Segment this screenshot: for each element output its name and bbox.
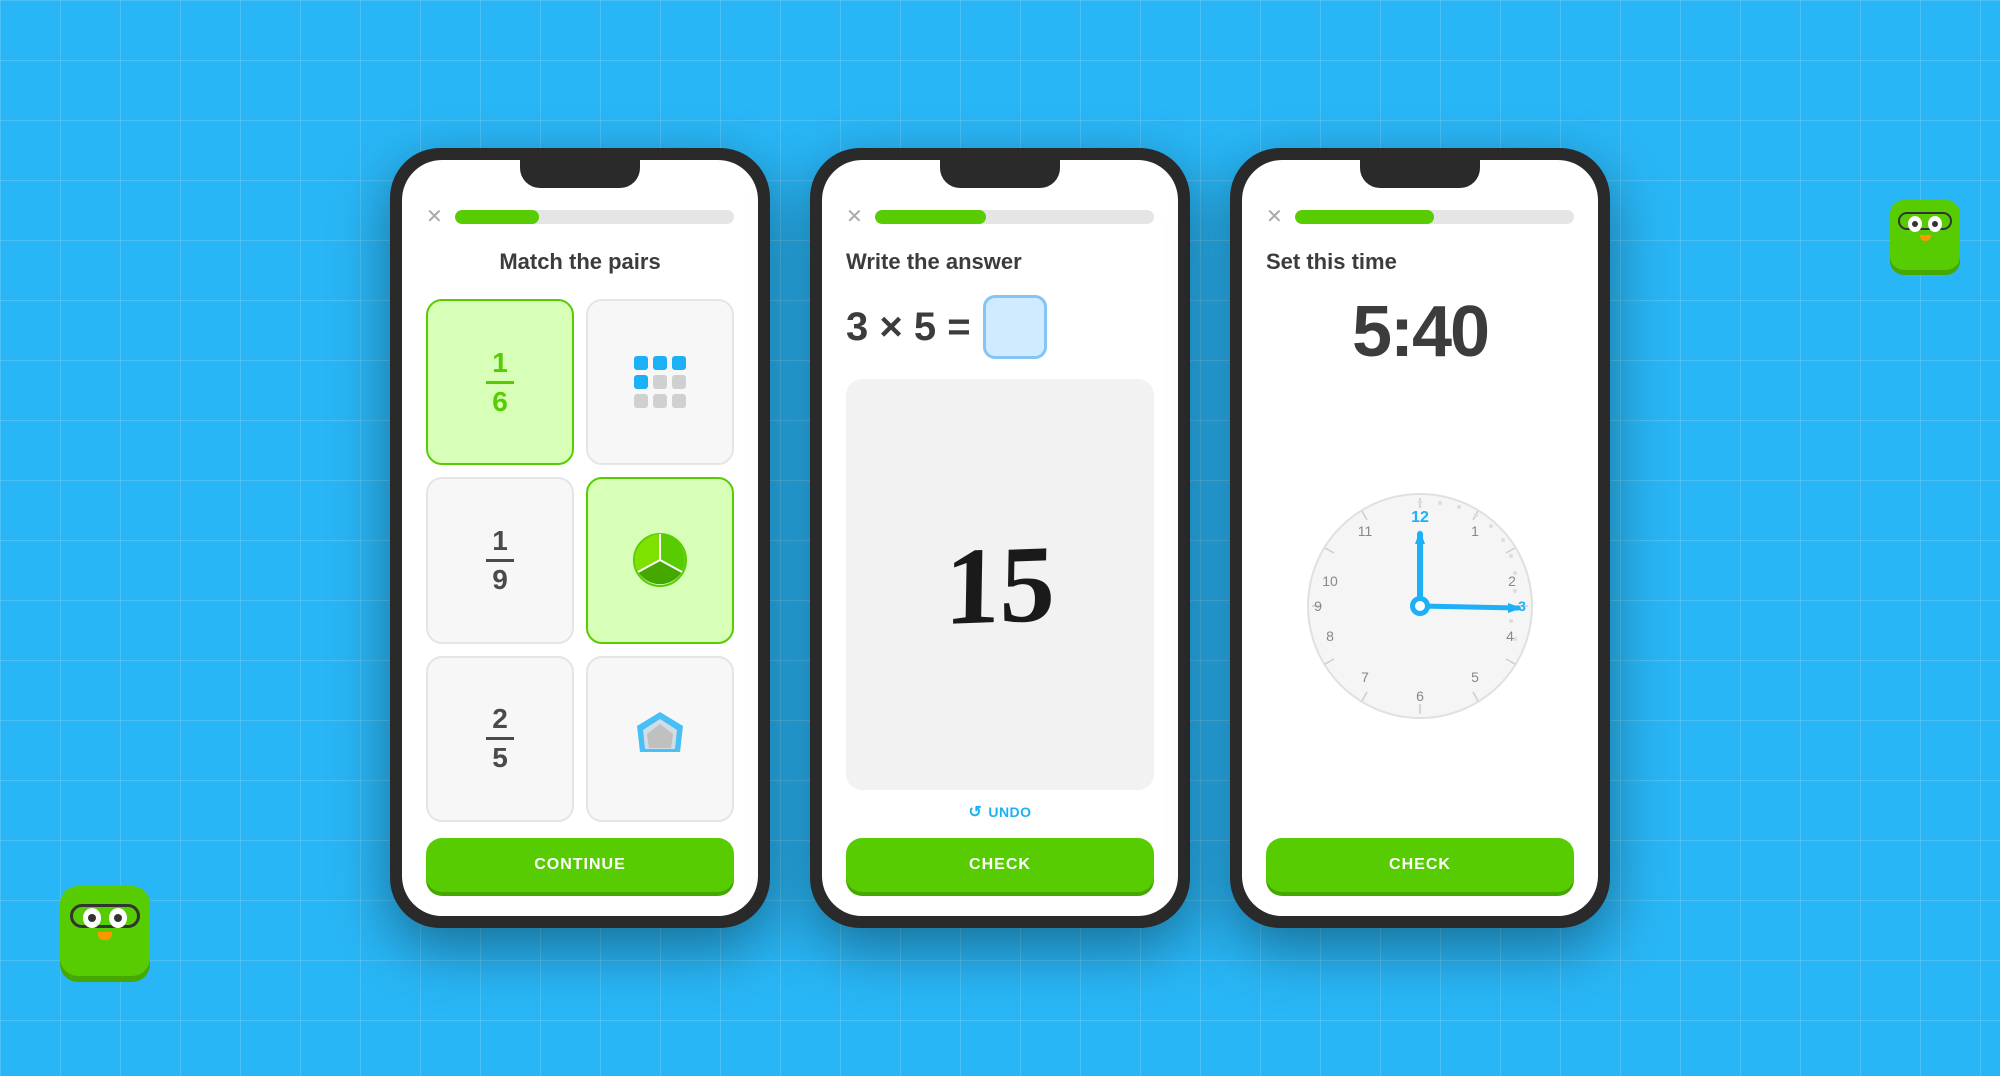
dot-grid-icon [626, 348, 694, 416]
phone-1-topbar: ✕ [426, 204, 734, 229]
pair-card-3[interactable]: 1 9 [426, 477, 574, 643]
progress-bar-3-fill [1295, 210, 1435, 224]
equation-text: 3 × 5 = [846, 305, 971, 350]
svg-text:12: 12 [1411, 509, 1429, 526]
check-button-3[interactable]: CHECK [1266, 838, 1574, 892]
close-icon-2[interactable]: ✕ [846, 204, 863, 229]
undo-button[interactable]: ↺ UNDO [846, 802, 1154, 822]
time-display: 5:40 [1266, 291, 1574, 373]
dot-8 [653, 394, 667, 408]
svg-text:1: 1 [1471, 523, 1479, 539]
phone-3-topbar: ✕ [1266, 204, 1574, 229]
phone-3-notch [1360, 160, 1480, 188]
dot-3 [672, 356, 686, 370]
phones-container: ✕ Match the pairs 1 6 [390, 148, 1610, 928]
progress-bar-3-bg [1295, 210, 1574, 224]
phone-1: ✕ Match the pairs 1 6 [390, 148, 770, 928]
phone-2-title: Write the answer [846, 249, 1154, 275]
fraction-2-5: 2 5 [486, 705, 514, 772]
phone-3-screen: ✕ Set this time 5:40 [1242, 160, 1598, 916]
phone-2-topbar: ✕ [846, 204, 1154, 229]
cube-body-right [1890, 200, 1960, 270]
phone-3-content: ✕ Set this time 5:40 [1242, 188, 1598, 916]
pair-card-2[interactable] [586, 299, 734, 465]
phone-3-title: Set this time [1266, 249, 1574, 275]
equation-row: 3 × 5 = [846, 295, 1154, 359]
dot-2 [653, 356, 667, 370]
svg-text:2: 2 [1508, 573, 1516, 589]
pupil-2 [114, 914, 122, 922]
fraction-1-9: 1 9 [486, 527, 514, 594]
mascot-left [60, 886, 150, 976]
phone-2-content: ✕ Write the answer 3 × 5 = 15 [822, 188, 1178, 916]
drawn-number: 15 [944, 528, 1056, 642]
check-button-2[interactable]: CHECK [846, 838, 1154, 892]
eye-left-1 [83, 908, 101, 928]
svg-text:9: 9 [1314, 598, 1322, 614]
pupil-r2 [1932, 221, 1938, 227]
glasses-right [1898, 212, 1952, 230]
dot-7 [634, 394, 648, 408]
pair-card-6[interactable] [586, 656, 734, 822]
phone-1-notch [520, 160, 640, 188]
phone-2-screen: ✕ Write the answer 3 × 5 = 15 [822, 160, 1178, 916]
clock-face: 12 1 2 3 4 5 6 7 8 9 10 11 [1300, 486, 1540, 726]
progress-bar-2-bg [875, 210, 1154, 224]
eye-left-2 [109, 908, 127, 928]
dot-1 [634, 356, 648, 370]
answer-box[interactable] [983, 295, 1047, 359]
phone-1-screen: ✕ Match the pairs 1 6 [402, 160, 758, 916]
fraction-1-6: 1 6 [486, 349, 514, 416]
undo-label: UNDO [988, 804, 1031, 820]
svg-text:11: 11 [1358, 523, 1373, 539]
pair-card-5[interactable]: 2 5 [426, 656, 574, 822]
dot-9 [672, 394, 686, 408]
beak-left [98, 932, 112, 940]
pair-card-1[interactable]: 1 6 [426, 299, 574, 465]
close-icon-1[interactable]: ✕ [426, 204, 443, 229]
continue-button[interactable]: CONTinUe [426, 838, 734, 892]
clock-svg: 12 1 2 3 4 5 6 7 8 9 10 11 [1300, 486, 1540, 726]
undo-icon: ↺ [968, 802, 982, 822]
mascot-right [1890, 200, 1960, 270]
phone-2: ✕ Write the answer 3 × 5 = 15 [810, 148, 1190, 928]
phone-1-content: ✕ Match the pairs 1 6 [402, 188, 758, 916]
kite-icon [625, 704, 695, 774]
svg-text:8: 8 [1326, 628, 1334, 644]
clock-container: 12 1 2 3 4 5 6 7 8 9 10 11 [1266, 389, 1574, 822]
dot-5 [653, 375, 667, 389]
phone-1-title: Match the pairs [426, 249, 734, 275]
pair-card-4[interactable] [586, 477, 734, 643]
close-icon-3[interactable]: ✕ [1266, 204, 1283, 229]
eye-right-1 [1908, 216, 1922, 232]
svg-text:6: 6 [1416, 688, 1424, 704]
svg-text:7: 7 [1361, 669, 1369, 685]
glasses-left [70, 904, 140, 928]
phone-3: ✕ Set this time 5:40 [1230, 148, 1610, 928]
svg-text:4: 4 [1506, 628, 1514, 644]
phone-2-notch [940, 160, 1060, 188]
progress-bar-2-fill [875, 210, 987, 224]
svg-text:5: 5 [1471, 669, 1479, 685]
drawing-area[interactable]: 15 [846, 379, 1154, 790]
progress-bar-1-fill [455, 210, 539, 224]
pie-icon [630, 530, 690, 590]
cube-body-left [60, 886, 150, 976]
eye-right-2 [1928, 216, 1942, 232]
progress-bar-1-bg [455, 210, 734, 224]
pupil-r1 [1912, 221, 1918, 227]
dot-6 [672, 375, 686, 389]
pairs-grid: 1 6 [426, 299, 734, 822]
svg-text:10: 10 [1322, 573, 1338, 589]
dot-4 [634, 375, 648, 389]
beak-right [1920, 235, 1931, 241]
pupil-1 [88, 914, 96, 922]
